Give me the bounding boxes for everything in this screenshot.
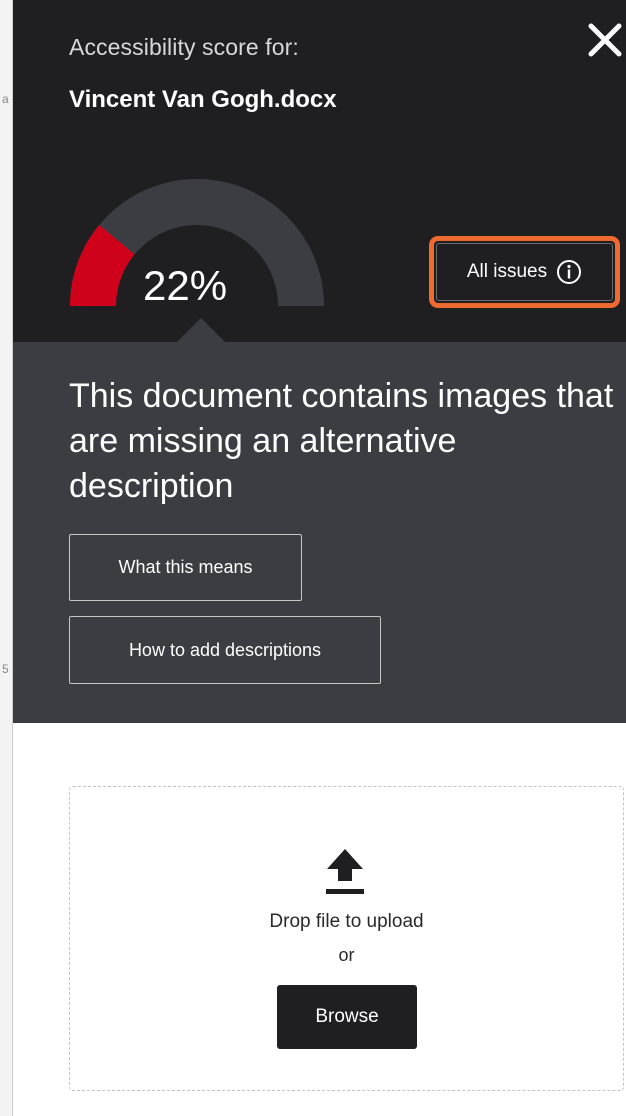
what-this-means-button[interactable]: What this means (69, 534, 302, 601)
gauge-pointer (177, 318, 225, 342)
all-issues-button[interactable]: All issues (429, 236, 620, 308)
score-percent: 22% (143, 262, 228, 309)
accessibility-panel: Accessibility score for: Vincent Van Gog… (13, 0, 626, 1116)
document-margin-strip: a 5 (0, 0, 13, 1116)
score-label: Accessibility score for: (69, 34, 299, 60)
file-drop-zone[interactable]: Drop file to upload or Browse (69, 786, 624, 1091)
info-icon (557, 260, 582, 284)
browse-button[interactable]: Browse (277, 985, 417, 1049)
issue-section: This document contains images that are m… (13, 342, 626, 723)
score-header: Accessibility score for: Vincent Van Gog… (13, 0, 626, 342)
close-icon (588, 23, 622, 57)
issue-description: This document contains images that are m… (69, 377, 614, 505)
how-to-add-descriptions-button[interactable]: How to add descriptions (69, 616, 381, 684)
all-issues-label: All issues (466, 261, 548, 282)
close-button[interactable] (585, 20, 625, 60)
margin-mark: a (2, 92, 9, 106)
gauge-fill (70, 225, 136, 307)
upload-icon (326, 849, 364, 894)
or-text: or (338, 945, 355, 965)
file-name: Vincent Van Gogh.docx (69, 86, 337, 113)
margin-mark: 5 (2, 662, 9, 676)
drop-file-text: Drop file to upload (269, 911, 424, 932)
all-issues-inner: All issues (436, 243, 613, 301)
